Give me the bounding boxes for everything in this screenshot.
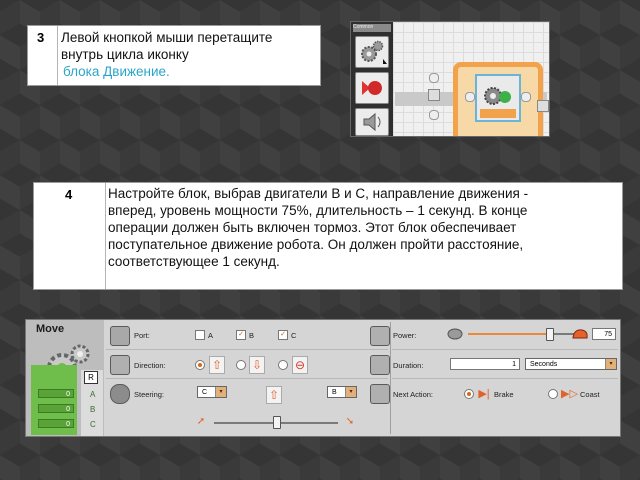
chevron-down-icon[interactable]: ▾ bbox=[605, 359, 616, 369]
step-4-line: поступательное движение робота. Он долже… bbox=[108, 237, 524, 252]
arrow-down-icon: ⇩ bbox=[249, 356, 265, 374]
arrow-up-icon: ⇧ bbox=[209, 356, 225, 374]
duration-label: Duration: bbox=[393, 361, 424, 370]
brake-icon: ▶| bbox=[478, 388, 490, 400]
table-divider bbox=[57, 26, 58, 85]
steering-right-port-value: B bbox=[332, 389, 337, 396]
power-label: Power: bbox=[393, 331, 417, 340]
fast-rabbit-icon bbox=[572, 329, 588, 339]
block-palette: Common bbox=[351, 22, 393, 136]
beam-socket-icon bbox=[429, 73, 439, 83]
steering-left-port-value: C bbox=[202, 389, 208, 396]
feedback-value-c: 0 bbox=[38, 419, 74, 428]
steering-icon bbox=[110, 384, 130, 404]
duration-input[interactable]: 1 bbox=[450, 358, 520, 370]
power-slider-thumb[interactable] bbox=[546, 328, 554, 341]
brake-radio[interactable] bbox=[464, 389, 474, 399]
steer-right-icon: ➘ bbox=[345, 416, 355, 427]
feedback-port-c: C bbox=[90, 420, 96, 429]
direction-icon bbox=[110, 355, 130, 375]
duration-unit-dropdown[interactable]: Seconds ▾ bbox=[525, 358, 617, 370]
port-a-label: A bbox=[208, 331, 214, 340]
steering-left-port-dropdown[interactable]: C ▾ bbox=[197, 386, 227, 398]
step-4-text: Настройте блок, выбрав двигатели В и С, … bbox=[108, 185, 620, 270]
loop-start-icon bbox=[428, 89, 440, 101]
steering-slider-thumb[interactable] bbox=[273, 416, 281, 429]
step-4-line: Настройте блок, выбрав двигатели В и С, … bbox=[108, 186, 529, 201]
steering-right-port-dropdown[interactable]: B ▾ bbox=[327, 386, 357, 398]
row-divider bbox=[106, 378, 388, 379]
row-divider bbox=[392, 349, 618, 350]
record-play-palette-button[interactable] bbox=[355, 72, 389, 104]
panel-title: Move bbox=[36, 323, 65, 335]
step-4-line: соответствующее 1 секунд. bbox=[108, 254, 280, 269]
beam-socket-icon bbox=[465, 92, 475, 102]
beam-socket-icon bbox=[429, 110, 439, 120]
direction-forward-radio[interactable] bbox=[195, 360, 205, 370]
loop-end-icon bbox=[537, 100, 549, 112]
move-block[interactable] bbox=[475, 74, 521, 122]
step-4-table: 4 Настройте блок, выбрав двигатели В и С… bbox=[33, 182, 623, 290]
record-play-icon bbox=[362, 81, 382, 95]
move-block-icon bbox=[480, 87, 516, 118]
move-config-panel: Move R 0 A 0 B 0 C Port: A ✓ B ✓ C Direc… bbox=[25, 319, 621, 437]
step-3-line-2: внутрь цикла иконку bbox=[61, 47, 189, 62]
feedback-port-a: A bbox=[90, 390, 96, 399]
port-a-checkbox[interactable] bbox=[195, 330, 205, 340]
direction-stop-radio[interactable] bbox=[278, 360, 288, 370]
port-label: Port: bbox=[134, 331, 150, 340]
step-3-line-1: Левой кнопкой мыши перетащите bbox=[61, 30, 273, 45]
sound-palette-button[interactable] bbox=[355, 108, 389, 136]
step-3-text: Левой кнопкой мыши перетащите внутрь цик… bbox=[61, 29, 319, 80]
speaker-icon bbox=[363, 112, 381, 132]
port-b-label: B bbox=[249, 331, 255, 340]
power-slider-fill bbox=[468, 333, 549, 335]
power-icon bbox=[370, 326, 390, 346]
stop-icon: ⊖ bbox=[292, 356, 308, 374]
move-block-palette-button[interactable] bbox=[355, 36, 389, 68]
chevron-down-icon[interactable]: ▾ bbox=[215, 387, 226, 397]
panel-separator bbox=[390, 322, 391, 434]
slow-turtle-icon bbox=[447, 328, 463, 340]
step-4-number: 4 bbox=[65, 187, 73, 202]
chevron-down-icon[interactable]: ▾ bbox=[345, 387, 356, 397]
beam-socket-icon bbox=[521, 92, 531, 102]
duration-icon bbox=[370, 355, 390, 375]
port-c-checkbox[interactable]: ✓ bbox=[278, 330, 288, 340]
arrow-up-icon: ⇧ bbox=[266, 386, 282, 404]
move-block-link[interactable]: блока Движение. bbox=[61, 63, 319, 80]
duration-unit-value: Seconds bbox=[530, 361, 558, 368]
coast-radio[interactable] bbox=[548, 389, 558, 399]
step-4-line: вперед, уровень мощности 75%, длительнос… bbox=[108, 203, 528, 218]
feedback-value-b: 0 bbox=[38, 404, 74, 413]
feedback-value-a: 0 bbox=[38, 389, 74, 398]
row-divider bbox=[106, 349, 388, 350]
feedback-port-b: B bbox=[90, 405, 96, 414]
next-action-label: Next Action: bbox=[393, 390, 434, 399]
nxt-loop-screenshot: Common bbox=[350, 21, 550, 137]
steer-left-icon: ➚ bbox=[196, 416, 206, 427]
coast-icon: ▶▷ bbox=[561, 388, 578, 400]
steering-label: Steering: bbox=[134, 390, 165, 399]
table-divider bbox=[105, 183, 106, 289]
coast-label: Coast bbox=[580, 390, 600, 399]
reset-port-box[interactable]: R bbox=[84, 371, 98, 384]
port-b-checkbox[interactable]: ✓ bbox=[236, 330, 246, 340]
port-c-label: C bbox=[291, 331, 297, 340]
step-3-number: 3 bbox=[37, 30, 45, 45]
panel-left-column: Move R 0 A 0 B 0 C bbox=[26, 320, 104, 436]
next-action-icon bbox=[370, 384, 390, 404]
step-4-line: операции должен быть включен тормоз. Это… bbox=[108, 220, 517, 235]
direction-backward-radio[interactable] bbox=[236, 360, 246, 370]
port-icon bbox=[110, 326, 130, 346]
direction-label: Direction: bbox=[134, 361, 166, 370]
gears-icon bbox=[361, 40, 387, 64]
power-input[interactable]: 75 bbox=[592, 328, 616, 340]
step-3-table: 3 Левой кнопкой мыши перетащите внутрь ц… bbox=[27, 25, 321, 86]
row-divider bbox=[392, 378, 618, 379]
brake-label: Brake bbox=[494, 390, 514, 399]
palette-tab: Common bbox=[353, 24, 391, 32]
